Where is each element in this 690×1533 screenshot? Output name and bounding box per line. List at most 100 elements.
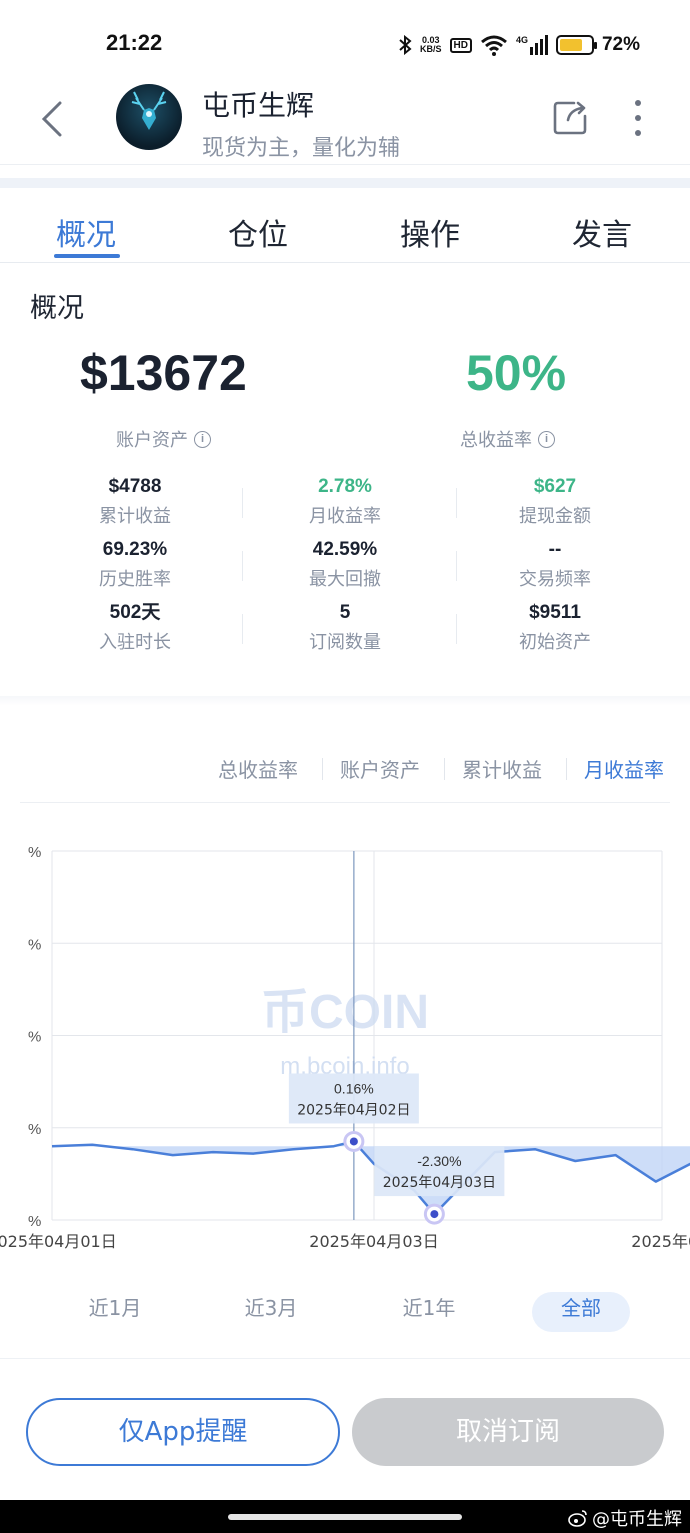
stat-label: 交易频率 — [519, 569, 591, 590]
stat-label: 提现金额 — [519, 506, 591, 527]
chart-metric-tabs: 总收益率 账户资产 累计收益 月收益率 — [0, 748, 690, 788]
status-bar: 21:22 0.03 KB/S HD 4G 72% — [0, 0, 690, 84]
y-tick-label: % — [28, 844, 41, 861]
total-return-value: 50% — [466, 345, 567, 401]
x-tick-label: 2025年04月05日 — [631, 1232, 690, 1251]
battery-icon — [555, 35, 597, 55]
stat-label: 最大回撤 — [309, 569, 381, 590]
card-separator — [0, 696, 690, 706]
stat-max-drawdown: 42.59% 最大回撤 — [240, 537, 450, 591]
range-1-year[interactable]: 近1年 — [380, 1292, 478, 1332]
weibo-icon — [568, 1510, 587, 1527]
bluetooth-icon — [399, 35, 412, 55]
stat-tenure: 502天入驻时长 — [30, 600, 240, 654]
series-line — [51, 1140, 690, 1216]
stat-value: $9511 — [529, 602, 581, 623]
weibo-handle: @屯币生辉 — [592, 1509, 682, 1530]
share-icon[interactable] — [552, 98, 590, 136]
y-tick-label: % — [28, 1213, 41, 1230]
stat-label: 初始资产 — [519, 632, 591, 653]
clock: 21:22 — [106, 30, 163, 55]
info-icon[interactable]: i — [538, 430, 555, 448]
home-indicator[interactable] — [228, 1514, 462, 1520]
stat-trade-frequency: -- 交易频率 — [450, 537, 660, 591]
stat-value: 5 — [339, 602, 351, 623]
stat-value: 2.78% — [318, 476, 372, 497]
tab-posts[interactable]: 发言 — [572, 210, 632, 254]
stat-label: 月收益率 — [309, 506, 381, 527]
stat-value: $627 — [533, 476, 577, 497]
status-icons: 0.03 KB/S HD 4G 72% — [398, 30, 640, 60]
app-remind-button[interactable]: 仅App提醒 — [26, 1398, 340, 1466]
main-tabs: 概况 仓位 操作 发言 — [0, 196, 690, 262]
range-1-month[interactable]: 近1月 — [66, 1292, 164, 1332]
y-tick-label: % — [28, 936, 41, 953]
chart-tab-cumulative-profit[interactable]: 累计收益 — [462, 754, 542, 783]
tooltip-date: 2025年04月02日 — [297, 1102, 410, 1118]
stat-win-rate: 69.23% 历史胜率 — [30, 537, 240, 591]
assets-label-text: 账户资产 — [116, 430, 188, 451]
unsubscribe-button[interactable]: 取消订阅 — [352, 1398, 664, 1466]
stat-cumulative-profit: $4788 累计收益 — [30, 474, 240, 528]
chart-tab-total-return[interactable]: 总收益率 — [218, 754, 298, 783]
page-title: 屯币生辉 — [202, 89, 315, 122]
stat-subscriptions: 5 订阅数量 — [240, 600, 450, 654]
app-header: 屯币生辉 现货为主，量化为辅 — [0, 84, 690, 164]
time-range-selector: 近1月 近3月 近1年 全部 — [0, 1290, 690, 1334]
stat-value: 502天 — [109, 602, 161, 623]
tab-positions[interactable]: 仓位 — [228, 210, 288, 254]
data-point-dot — [430, 1210, 439, 1219]
header-divider — [0, 164, 690, 165]
chart-tab-divider — [444, 758, 445, 780]
info-icon[interactable]: i — [194, 430, 211, 448]
stats-row: $4788 累计收益 2.78% 月收益率 $627 提现金额 — [30, 474, 660, 534]
range-all[interactable]: 全部 — [532, 1292, 630, 1332]
system-nav-bar: @屯币生辉 — [0, 1500, 690, 1533]
x-tick-label: 2025年04月03日 — [309, 1232, 438, 1251]
monthly-return-chart[interactable]: %%%%% 2025年04月01日 2025年04月03日 2025年04月05日 20… — [0, 806, 690, 1262]
account-assets-label: 账户资产 i — [116, 426, 211, 452]
section-separator — [0, 178, 690, 188]
range-3-months[interactable]: 近3月 — [222, 1292, 320, 1332]
weibo-watermark: @屯币生辉 — [568, 1505, 682, 1531]
stat-value: -- — [548, 539, 562, 560]
deer-logo-icon — [131, 91, 167, 130]
stats-row: 69.23% 历史胜率 42.59% 最大回撤 -- 交易频率 — [30, 537, 660, 597]
battery-percent: 72% — [601, 34, 640, 55]
chart-tab-account-assets[interactable]: 账户资产 — [340, 754, 420, 783]
tooltip-date: 2025年04月03日 — [383, 1175, 496, 1191]
active-tab-indicator — [54, 254, 120, 258]
stats-row: 502天入驻时长 5 订阅数量 $9511 初始资产 — [30, 600, 660, 660]
tabs-divider — [0, 262, 690, 263]
overview-title: 概况 — [30, 293, 84, 324]
page-subtitle: 现货为主，量化为辅 — [202, 136, 401, 161]
more-menu-icon[interactable] — [626, 98, 650, 138]
stat-value: 69.23% — [102, 539, 168, 560]
chart-tab-divider — [566, 758, 567, 780]
stat-label: 累计收益 — [99, 506, 171, 527]
stat-monthly-return: 2.78% 月收益率 — [240, 474, 450, 528]
cell-signal-icon: 4G — [516, 35, 548, 55]
tab-overview[interactable]: 概况 — [56, 210, 116, 254]
stat-value: $4788 — [108, 476, 162, 497]
account-assets-value: $13672 — [80, 345, 247, 401]
wifi-icon — [480, 35, 507, 56]
signal-label: 4G — [515, 35, 528, 45]
stat-value: 42.59% — [312, 539, 378, 560]
tab-operations[interactable]: 操作 — [400, 210, 460, 254]
x-tick-label: 2025年04月01日 — [0, 1232, 117, 1251]
tooltip-value: -2.30% — [417, 1153, 461, 1169]
back-icon[interactable] — [38, 100, 68, 138]
stat-label: 订阅数量 — [309, 632, 381, 653]
watermark-logo: 币COIN — [261, 986, 429, 1039]
chart-tab-divider — [322, 758, 323, 780]
stat-label: 入驻时长 — [99, 632, 171, 653]
avatar[interactable] — [116, 84, 182, 150]
y-tick-label: % — [28, 1029, 41, 1046]
tooltip-value: 0.16% — [334, 1080, 374, 1096]
hd-icon: HD — [449, 37, 472, 53]
stat-label: 历史胜率 — [99, 569, 171, 590]
range-divider — [0, 1358, 690, 1359]
net-speed: 0.03 KB/S — [419, 35, 442, 54]
chart-tab-monthly-return[interactable]: 月收益率 — [584, 754, 664, 783]
